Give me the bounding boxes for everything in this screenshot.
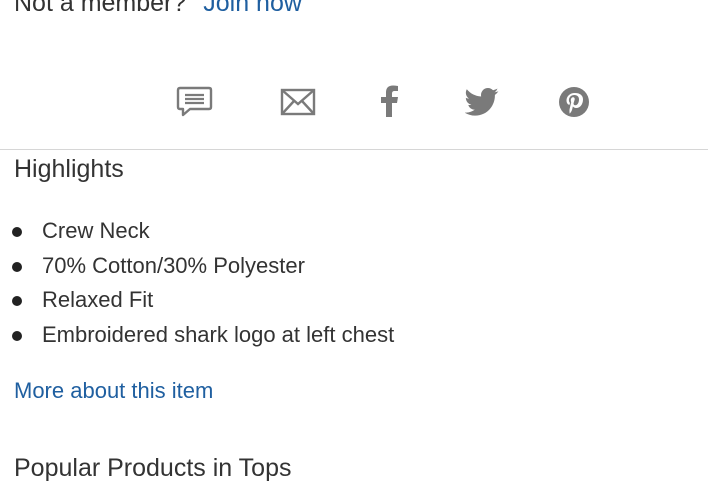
speech-bubble-icon: [176, 85, 214, 119]
twitter-share-button[interactable]: [460, 80, 504, 124]
list-item-label: Embroidered shark logo at left chest: [42, 321, 395, 347]
section-divider: [0, 149, 708, 150]
member-row: Not a member? Join now: [14, 0, 302, 18]
pinterest-share-button[interactable]: [552, 80, 596, 124]
list-item-label: Relaxed Fit: [42, 287, 154, 312]
list-item-label: 70% Cotton/30% Polyester: [42, 252, 305, 278]
sms-share-button[interactable]: [173, 80, 217, 124]
bullet-icon: [12, 261, 22, 272]
pinterest-icon: [558, 86, 590, 118]
share-row: [0, 80, 708, 124]
highlights-title: Highlights: [14, 155, 124, 183]
more-about-item-link[interactable]: More about this item: [14, 376, 213, 406]
bullet-icon: [12, 296, 22, 306]
email-share-button[interactable]: [276, 80, 320, 124]
list-item-label: Crew Neck: [42, 218, 150, 243]
envelope-icon: [280, 87, 316, 117]
list-item: Relaxed Fit: [0, 283, 394, 318]
member-prompt: Not a member?: [14, 0, 187, 17]
bullet-icon: [12, 227, 22, 237]
bullet-icon: [12, 330, 22, 341]
list-item: Embroidered shark logo at left chest: [0, 318, 394, 353]
list-item: 70% Cotton/30% Polyester: [0, 249, 394, 284]
popular-products-title: Popular Products in Tops: [14, 454, 292, 482]
highlights-list: Crew Neck 70% Cotton/30% Polyester Relax…: [0, 214, 394, 352]
twitter-icon: [465, 87, 499, 117]
list-item: Crew Neck: [0, 214, 394, 249]
join-now-link[interactable]: Join now: [203, 0, 302, 17]
facebook-share-button[interactable]: [368, 80, 412, 124]
facebook-icon: [380, 85, 400, 119]
